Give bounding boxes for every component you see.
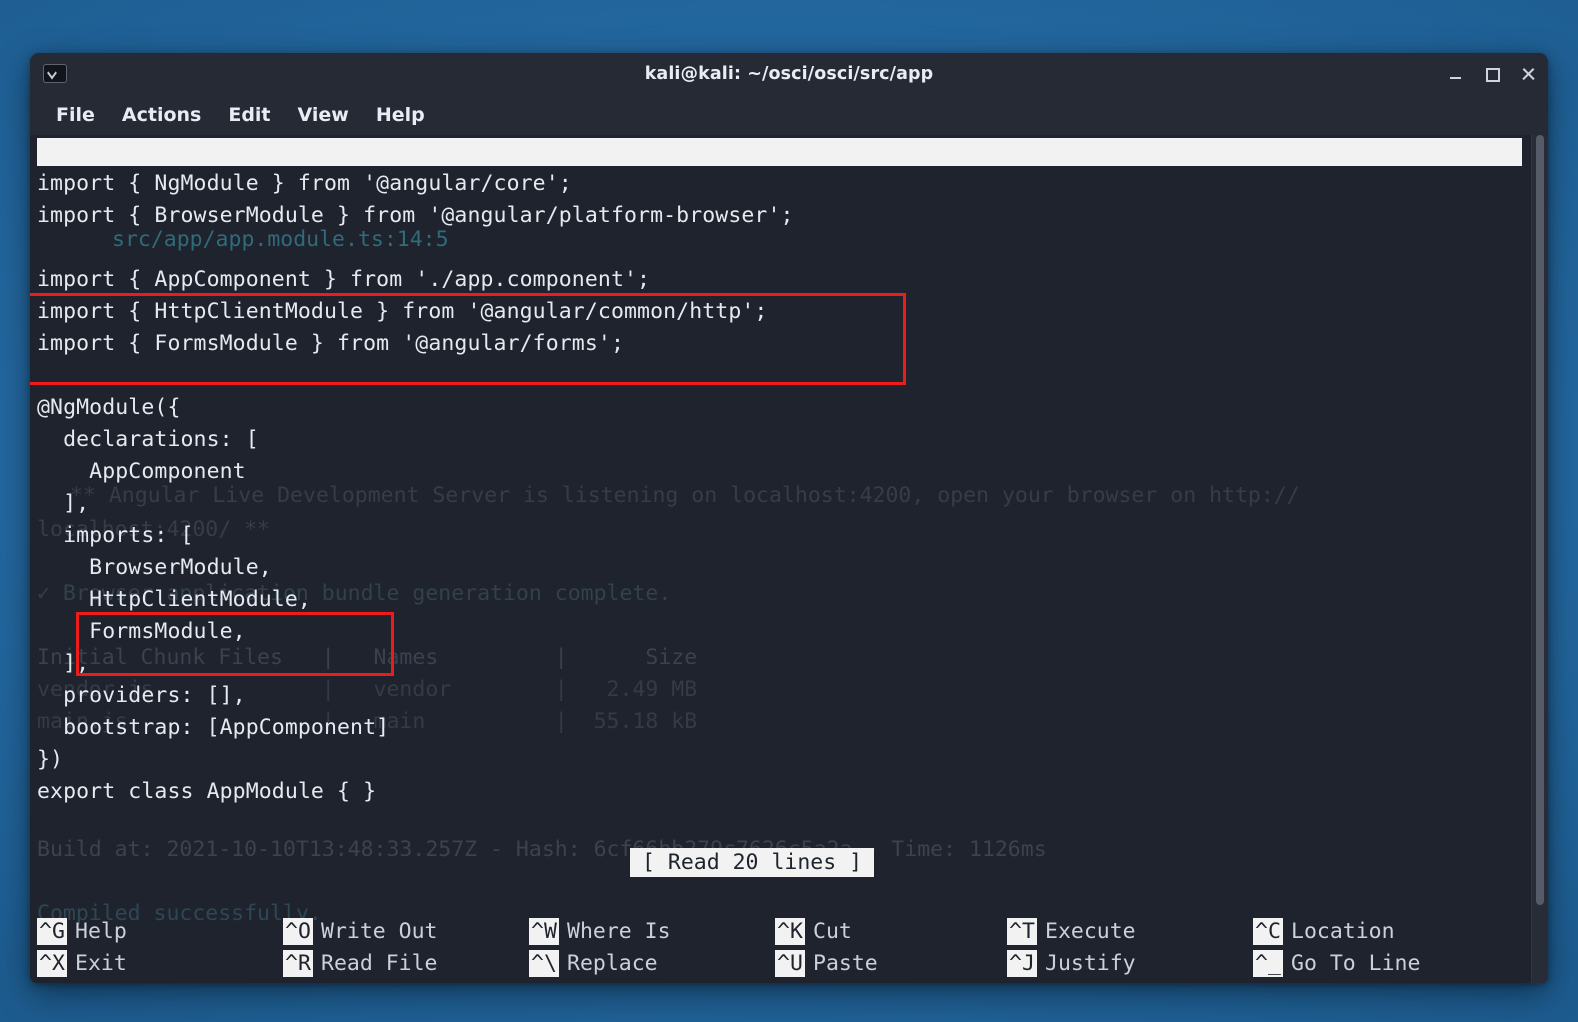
nano-status-message: [ Read 20 lines ] [630, 848, 875, 877]
shortcut-write-out[interactable]: ^O Write Out [283, 917, 529, 945]
menu-item-help[interactable]: Help [366, 101, 435, 129]
code-line-18[interactable]: bootstrap: [AppComponent] [37, 715, 389, 740]
shortcut-label-replace: Replace [567, 950, 658, 976]
shortcut-label-where-is: Where Is [567, 918, 671, 944]
shortcut-read-file[interactable]: ^R Read File [283, 949, 529, 977]
code-lines-layer[interactable]: import { NgModule } from '@angular/core'… [30, 135, 1548, 804]
minimize-icon[interactable] [1448, 66, 1464, 82]
code-line-19[interactable]: }) [37, 747, 63, 772]
code-line-11[interactable]: ], [37, 491, 89, 516]
shortcut-row-2: ^X Exit ^R Read File ^\ Replace ^U Paste… [37, 947, 1527, 979]
nano-shortcut-bar: ^G Help ^O Write Out ^W Where Is ^K Cut … [37, 915, 1527, 979]
shortcut-paste[interactable]: ^U Paste [775, 949, 1007, 977]
code-line-4[interactable]: import { AppComponent } from './app.comp… [37, 267, 650, 292]
ghost-build-line: Build at: 2021-10-10T13:48:33.257Z - Has… [37, 837, 1047, 862]
shortcut-justify[interactable]: ^J Justify [1007, 949, 1253, 977]
shortcut-key-justify: ^J [1007, 949, 1037, 977]
shortcut-key-help: ^G [37, 917, 67, 945]
shortcut-row-1: ^G Help ^O Write Out ^W Where Is ^K Cut … [37, 915, 1527, 947]
shortcut-label-location: Location [1291, 918, 1395, 944]
code-line-20[interactable]: export class AppModule { } [37, 779, 376, 804]
code-line-15[interactable]: FormsModule, [37, 619, 246, 644]
shortcut-key-write-out: ^O [283, 917, 313, 945]
shortcut-location[interactable]: ^C Location [1253, 917, 1503, 945]
shortcut-label-help: Help [75, 918, 127, 944]
shortcut-label-justify: Justify [1045, 950, 1136, 976]
terminal-body[interactable]: src/app/app.module.ts:14:5 ** Angular Li… [30, 135, 1548, 983]
shortcut-label-exit: Exit [75, 950, 127, 976]
menu-item-file[interactable]: File [46, 101, 105, 129]
shortcut-label-go-to-line: Go To Line [1291, 950, 1421, 976]
code-line-16[interactable]: ], [37, 651, 89, 676]
terminal-window: kali@kali: ~/osci/osci/src/app File Acti… [30, 53, 1548, 983]
close-icon[interactable] [1520, 66, 1536, 82]
shortcut-where-is[interactable]: ^W Where Is [529, 917, 775, 945]
title-bar: kali@kali: ~/osci/osci/src/app [30, 53, 1548, 95]
menu-item-view[interactable]: View [288, 101, 359, 129]
code-line-5[interactable]: import { HttpClientModule } from '@angul… [37, 299, 767, 324]
shortcut-label-paste: Paste [813, 950, 878, 976]
code-line-10[interactable]: AppComponent [37, 459, 246, 484]
maximize-icon[interactable] [1484, 66, 1500, 82]
shortcut-key-replace: ^\ [529, 949, 559, 977]
code-line-9[interactable]: declarations: [ [37, 427, 259, 452]
menu-item-actions[interactable]: Actions [112, 101, 211, 129]
shortcut-help[interactable]: ^G Help [37, 917, 283, 945]
shortcut-key-execute: ^T [1007, 917, 1037, 945]
shortcut-key-exit: ^X [37, 949, 67, 977]
shortcut-label-cut: Cut [813, 918, 852, 944]
shortcut-key-cut: ^K [775, 917, 805, 945]
code-line-17[interactable]: providers: [], [37, 683, 246, 708]
shortcut-label-execute: Execute [1045, 918, 1136, 944]
shortcut-exit[interactable]: ^X Exit [37, 949, 283, 977]
menu-bar: File Actions Edit View Help [30, 95, 1548, 135]
code-line-8[interactable]: @NgModule({ [37, 395, 181, 420]
code-line-6[interactable]: import { FormsModule } from '@angular/fo… [37, 331, 624, 356]
shortcut-replace[interactable]: ^\ Replace [529, 949, 775, 977]
shortcut-key-paste: ^U [775, 949, 805, 977]
shortcut-go-to-line[interactable]: ^_ Go To Line [1253, 949, 1503, 977]
shortcut-key-where-is: ^W [529, 917, 559, 945]
code-line-14[interactable]: HttpClientModule, [37, 587, 311, 612]
window-controls [1448, 53, 1536, 95]
code-line-12[interactable]: imports: [ [37, 523, 194, 548]
window-title: kali@kali: ~/osci/osci/src/app [644, 64, 934, 84]
shortcut-key-location: ^C [1253, 917, 1283, 945]
shortcut-label-write-out: Write Out [321, 918, 438, 944]
menu-item-edit[interactable]: Edit [218, 101, 280, 129]
code-line-2[interactable]: import { BrowserModule } from '@angular/… [37, 203, 794, 228]
shortcut-execute[interactable]: ^T Execute [1007, 917, 1253, 945]
shortcut-key-go-to-line: ^_ [1253, 949, 1283, 977]
shortcut-key-read-file: ^R [283, 949, 313, 977]
code-line-13[interactable]: BrowserModule, [37, 555, 272, 580]
shortcut-label-read-file: Read File [321, 950, 438, 976]
code-line-1[interactable]: import { NgModule } from '@angular/core'… [37, 171, 572, 196]
shortcut-cut[interactable]: ^K Cut [775, 917, 1007, 945]
